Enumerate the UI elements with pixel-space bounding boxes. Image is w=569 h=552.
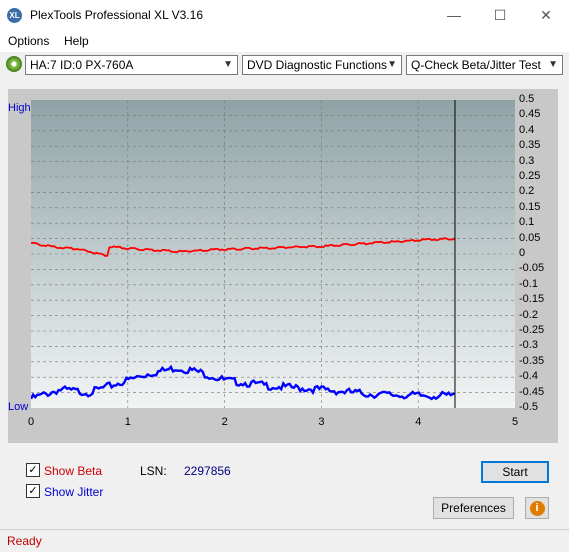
lsn-value: 2297856 (184, 464, 231, 478)
function-select-value: DVD Diagnostic Functions (247, 58, 388, 72)
window-title: PlexTools Professional XL V3.16 (30, 8, 203, 22)
x-tick-label: 5 (512, 416, 519, 428)
controls-panel: ✓ Show Beta ✓ Show Jitter LSN: 2297856 S… (8, 452, 558, 524)
menu-bar: Options Help (0, 30, 569, 52)
show-jitter-label[interactable]: Show Jitter (44, 485, 103, 499)
y-tick-label: 0.2 (519, 185, 535, 198)
x-tick-label: 0 (28, 416, 35, 428)
y-tick-label: 0.1 (519, 216, 535, 229)
lsn-label: LSN: (140, 464, 167, 478)
function-select[interactable]: DVD Diagnostic Functions ▼ (242, 55, 402, 75)
app-logo-icon: XL (7, 8, 22, 23)
x-tick-label: 2 (221, 416, 228, 428)
x-tick-label: 4 (415, 416, 422, 428)
drive-select-value: HA:7 ID:0 PX-760A (30, 58, 134, 72)
y-tick-label: -0.3 (519, 339, 538, 352)
y-tick-label: -0.4 (519, 370, 538, 383)
y-tick-label: 0.5 (519, 93, 535, 105)
y-tick-label: -0.2 (519, 308, 538, 321)
chevron-down-icon: ▼ (548, 59, 558, 70)
test-select[interactable]: Q-Check Beta/Jitter Test ▼ (406, 55, 563, 75)
y-tick-label: 0.15 (519, 200, 541, 213)
y-axis-low-label: Low (8, 401, 29, 413)
preferences-button[interactable]: Preferences (433, 497, 514, 519)
maximize-button[interactable]: ☐ (477, 0, 523, 30)
show-jitter-checkbox[interactable]: ✓ (26, 484, 40, 498)
minimize-button[interactable]: — (431, 0, 477, 30)
x-tick-label: 1 (124, 416, 131, 428)
chevron-down-icon: ▼ (223, 59, 233, 70)
y-tick-label: -0.05 (519, 262, 545, 275)
menu-help[interactable]: Help (64, 34, 89, 48)
y-axis-high-label: High (8, 102, 31, 114)
y-tick-label: -0.45 (519, 385, 545, 398)
drive-select[interactable]: HA:7 ID:0 PX-760A ▼ (25, 55, 238, 75)
x-tick-label: 3 (318, 416, 325, 428)
title-bar: XL PlexTools Professional XL V3.16 — ☐ ✕ (0, 0, 569, 30)
y-tick-label: 0 (519, 247, 526, 259)
test-select-value: Q-Check Beta/Jitter Test (411, 58, 541, 72)
show-beta-checkbox[interactable]: ✓ (26, 463, 40, 477)
show-beta-label[interactable]: Show Beta (44, 464, 102, 478)
y-tick-label: 0.3 (519, 154, 535, 167)
status-bar: Ready (0, 529, 569, 552)
y-tick-label: 0.45 (519, 108, 541, 121)
close-button[interactable]: ✕ (523, 0, 569, 30)
menu-options[interactable]: Options (8, 34, 49, 48)
status-text: Ready (7, 534, 42, 548)
y-tick-label: 0.4 (519, 123, 535, 136)
info-button[interactable]: i (525, 497, 549, 519)
start-button[interactable]: Start (481, 461, 549, 483)
y-tick-label: 0.25 (519, 170, 541, 182)
y-tick-label: -0.15 (519, 293, 545, 306)
y-tick-label: -0.1 (519, 277, 538, 290)
y-tick-label: 0.35 (519, 139, 541, 152)
chevron-down-icon: ▼ (387, 59, 397, 70)
info-icon: i (529, 501, 545, 516)
disc-drive-icon (6, 56, 22, 72)
beta-jitter-chart (31, 100, 515, 408)
y-tick-label: -0.5 (519, 401, 538, 413)
y-tick-label: 0.05 (519, 231, 541, 244)
y-tick-label: -0.35 (519, 354, 545, 367)
y-tick-label: -0.25 (519, 324, 545, 336)
